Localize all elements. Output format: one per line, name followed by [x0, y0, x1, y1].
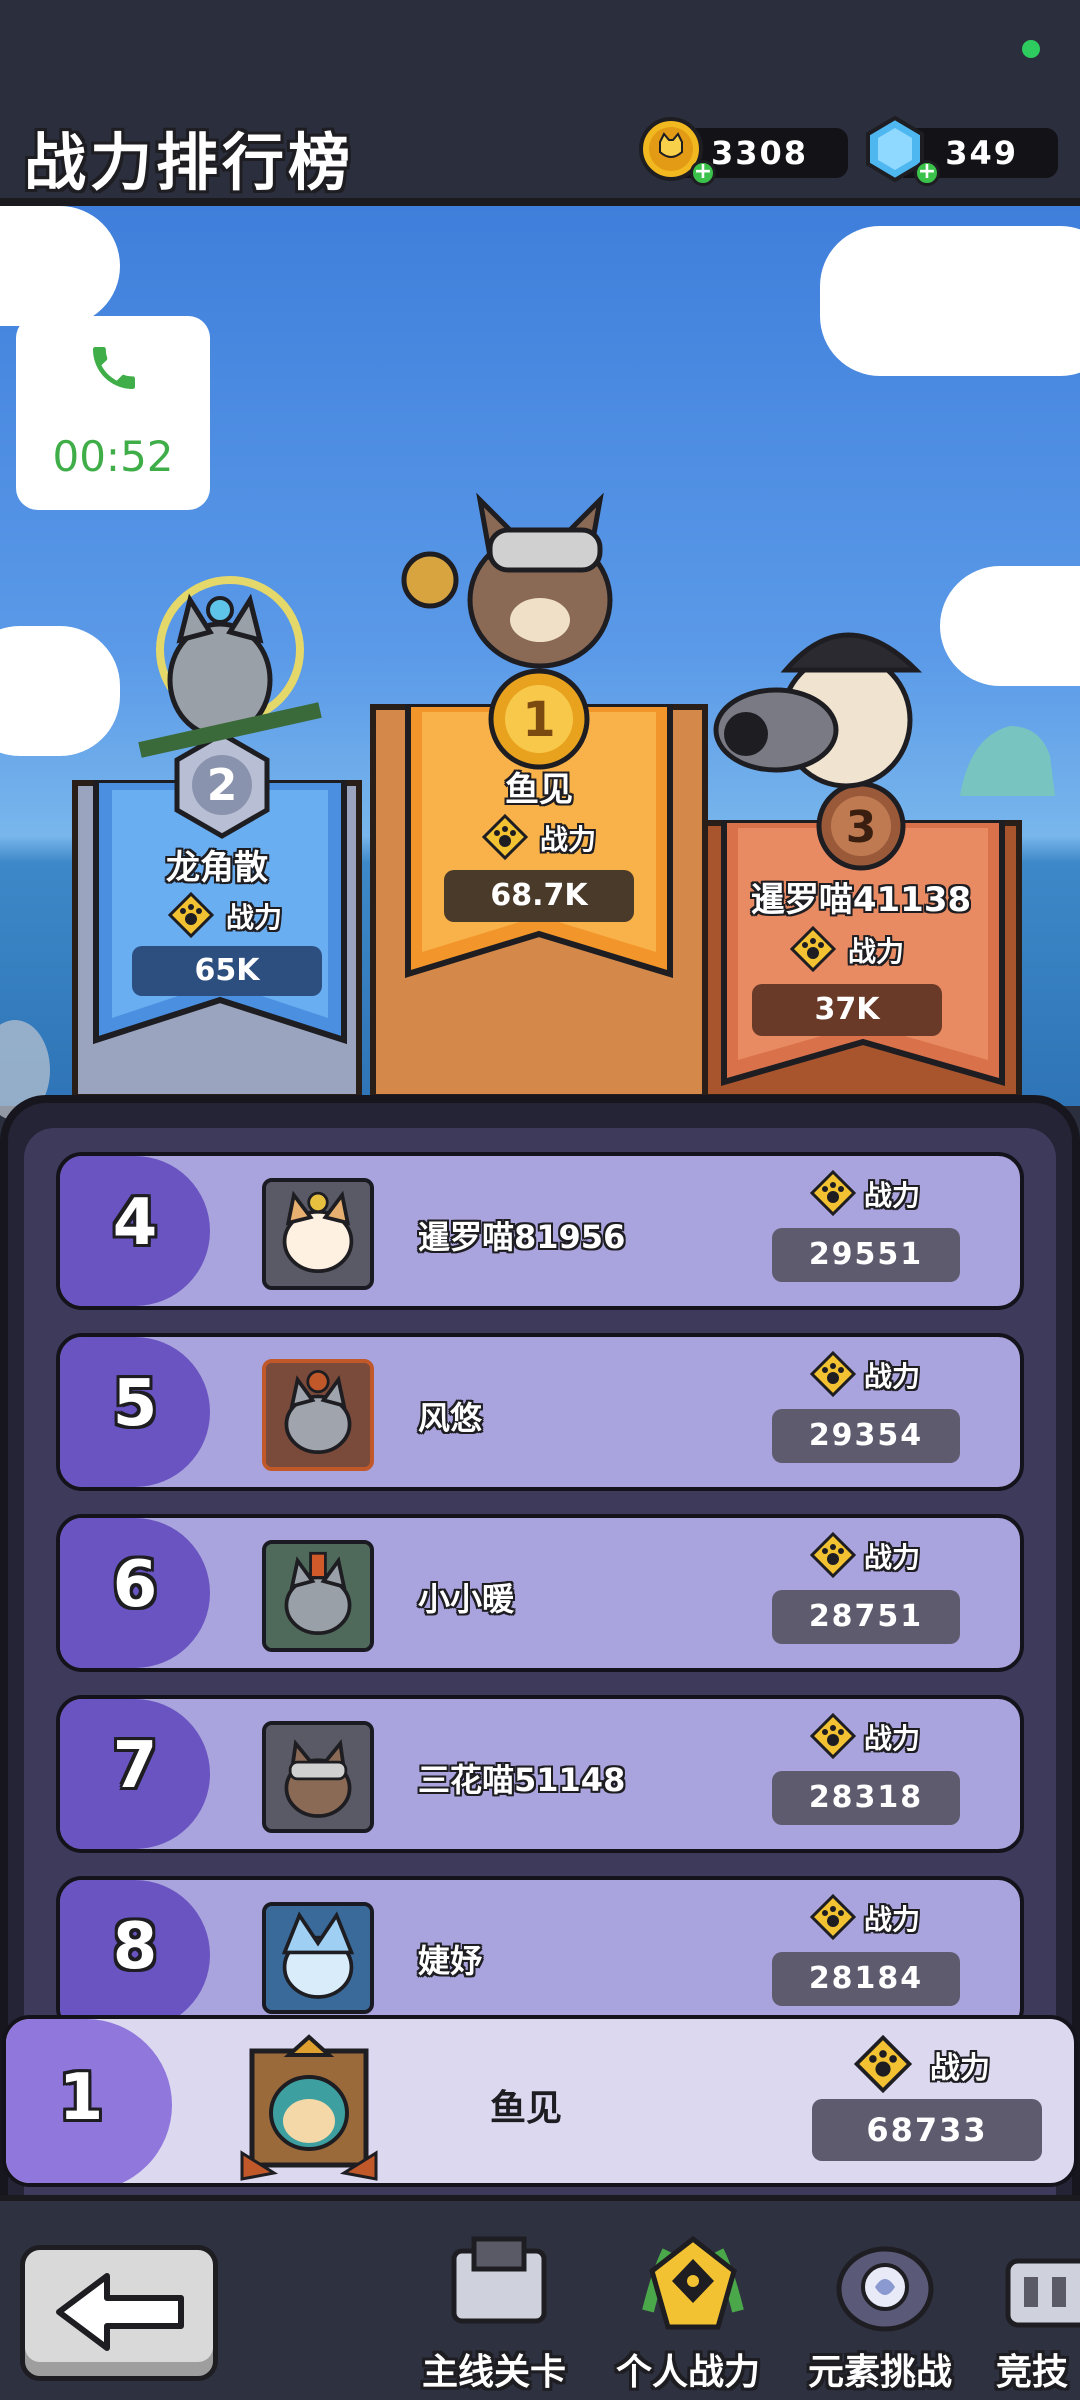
- power-value: 28184: [772, 1952, 960, 2006]
- colosseum-icon: [1005, 2258, 1080, 2328]
- cloud: [820, 226, 1080, 376]
- power-value: 28751: [772, 1590, 960, 1644]
- player-name: 小小暖: [418, 1580, 515, 1618]
- avatar[interactable]: [262, 1902, 374, 2014]
- cat-character-third: [713, 632, 923, 789]
- player-name: 鱼见: [490, 2088, 563, 2129]
- player-name: 暹罗喵81956: [418, 1218, 626, 1256]
- rank-number: 7: [112, 1729, 158, 1803]
- nav-label: 元素挑战: [807, 2352, 952, 2393]
- rank-number: 5: [112, 1367, 158, 1441]
- call-overlay[interactable]: 00:52: [16, 316, 210, 510]
- power-label: 战力: [930, 2051, 990, 2086]
- rank-number: 6: [112, 1548, 158, 1622]
- player-name: 暹罗喵41138: [750, 880, 972, 920]
- power-paw-icon: [810, 1894, 856, 1940]
- power-value: 68733: [812, 2099, 1042, 2161]
- avatar[interactable]: [234, 2033, 384, 2183]
- power-paw-icon: [810, 1170, 856, 1216]
- power-value: 68.7K: [444, 870, 634, 922]
- player-name: 龙角散: [166, 848, 268, 888]
- nav-label: 竞技: [996, 2352, 1069, 2393]
- power-label: 战力: [864, 1903, 921, 1936]
- header-divider: [0, 198, 1080, 206]
- power-value: 28318: [772, 1771, 960, 1825]
- rank-number: 8: [112, 1910, 158, 1984]
- power-label: 战力: [848, 935, 905, 968]
- gem-counter[interactable]: + 349: [866, 115, 1058, 186]
- power-paw-icon: [790, 926, 836, 972]
- player-name: 婕妤: [418, 1942, 483, 1980]
- add-gems-button[interactable]: +: [914, 160, 940, 186]
- list-item[interactable]: 5 风悠 战力 29354: [56, 1333, 1024, 1491]
- power-label: 战力: [226, 901, 283, 934]
- power-paw-icon: [482, 814, 528, 860]
- map-scroll-icon: [451, 2236, 547, 2324]
- list-item[interactable]: 7 三花喵51148 战力 28318: [56, 1695, 1024, 1853]
- power-value: 29354: [772, 1409, 960, 1463]
- nav-arena[interactable]: 竞技: [984, 2231, 1080, 2400]
- nav-label: 个人战力: [615, 2352, 760, 2393]
- paw-badge-icon: [642, 2235, 744, 2330]
- nav-personal-power[interactable]: 个人战力: [598, 2231, 778, 2400]
- cat-character-second: [138, 576, 322, 758]
- phone-icon: [93, 347, 135, 389]
- player-name: 风悠: [418, 1399, 483, 1437]
- cloud: [0, 206, 120, 326]
- rank-number: 4: [112, 1186, 158, 1260]
- power-label: 战力: [864, 1722, 921, 1755]
- coin-counter[interactable]: + 3308: [639, 117, 848, 186]
- list-item[interactable]: 6 小小暖 战力 28751: [56, 1514, 1024, 1672]
- list-item[interactable]: 4 暹罗喵81956 战力 29551: [56, 1152, 1024, 1310]
- power-paw-icon: [810, 1532, 856, 1578]
- podium-first[interactable]: 1 鱼见 战力 68.7K: [366, 668, 712, 1100]
- avatar[interactable]: [262, 1540, 374, 1652]
- avatar[interactable]: [262, 1721, 374, 1833]
- power-value: 37K: [752, 984, 942, 1036]
- back-button[interactable]: [20, 2245, 218, 2381]
- power-paw-icon: [810, 1713, 856, 1759]
- element-orb-icon: [836, 2246, 934, 2332]
- my-rank-row[interactable]: 1 鱼见 战力 68733: [2, 2015, 1078, 2187]
- power-paw-icon: [168, 892, 214, 938]
- power-label: 战力: [540, 823, 597, 856]
- avatar[interactable]: [262, 1178, 374, 1290]
- status-indicator: [1022, 40, 1040, 58]
- bottom-nav: 主线关卡 个人战力 元素挑战 竞技: [0, 2195, 1080, 2400]
- podium-second[interactable]: 2 龙角散 战力 65K: [52, 731, 382, 1100]
- nav-label: 主线关卡: [421, 2352, 566, 2393]
- gem-amount: 349: [945, 134, 1018, 172]
- cat-character-first: [401, 492, 613, 669]
- rank-number: 1: [58, 2061, 104, 2135]
- power-label: 战力: [864, 1360, 921, 1393]
- nav-main-stage[interactable]: 主线关卡: [404, 2231, 584, 2400]
- cloud: [0, 626, 120, 756]
- player-name: 鱼见: [505, 770, 573, 810]
- power-paw-icon: [810, 1351, 856, 1397]
- avatar[interactable]: [262, 1359, 374, 1471]
- coin-amount: 3308: [710, 134, 808, 172]
- player-name: 三花喵51148: [418, 1761, 626, 1799]
- cloud: [940, 566, 1080, 686]
- podium-third[interactable]: 3 暹罗喵41138 战力 37K: [696, 781, 1026, 1100]
- power-value: 29551: [772, 1228, 960, 1282]
- top-bar: 战力排行榜 + 3308 + 349: [0, 90, 1080, 200]
- power-label: 战力: [864, 1179, 921, 1212]
- page-title: 战力排行榜: [24, 126, 355, 199]
- power-value: 65K: [132, 946, 322, 996]
- power-label: 战力: [864, 1541, 921, 1574]
- arrow-left-icon: [56, 2273, 184, 2351]
- rank-number: 1: [522, 692, 555, 748]
- list-item[interactable]: 8 婕妤 战力 28184: [56, 1876, 1024, 2034]
- call-timer: 00:52: [52, 432, 174, 481]
- sea-rock: [960, 726, 1055, 796]
- nav-element-challenge[interactable]: 元素挑战: [790, 2231, 970, 2400]
- power-paw-icon: [854, 2035, 912, 2093]
